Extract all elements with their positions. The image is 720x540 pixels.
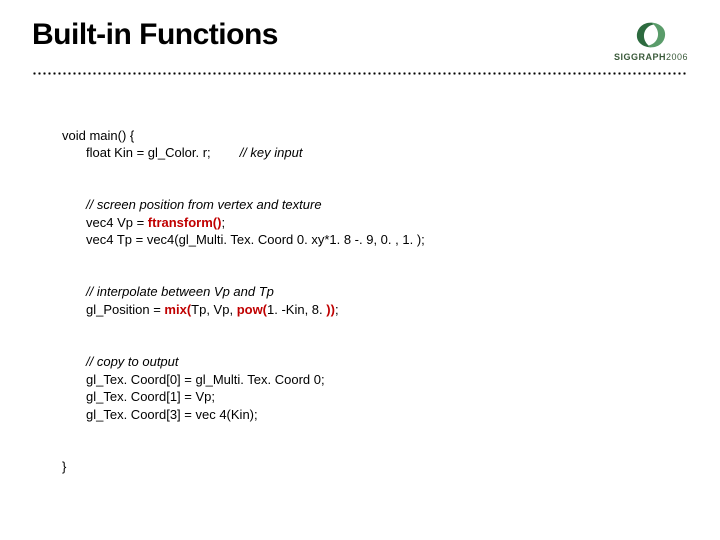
- code-para-1: void main() { float Kin = gl_Color. r; /…: [62, 127, 688, 162]
- code-block: void main() { float Kin = gl_Color. r; /…: [32, 109, 688, 493]
- code-line: gl_Tex. Coord[1] = Vp;: [62, 388, 215, 406]
- code-text: gl_Position =: [86, 302, 164, 317]
- slide: Built-in Functions SIGGRAPH2006 void mai…: [0, 0, 720, 540]
- code-fn: ftransform(): [148, 215, 222, 230]
- code-para-2: // screen position from vertex and textu…: [62, 196, 688, 249]
- code-fn: )): [326, 302, 335, 317]
- code-fn: pow(: [237, 302, 267, 317]
- dotted-divider: [32, 72, 688, 75]
- code-line: gl_Position = mix(Tp, Vp, pow(1. -Kin, 8…: [62, 301, 339, 319]
- title-row: Built-in Functions SIGGRAPH2006: [32, 18, 688, 62]
- swirl-icon: [633, 20, 669, 50]
- code-text: Tp, Vp,: [191, 302, 237, 317]
- logo-text-bold: SIGGRAPH: [614, 52, 666, 62]
- code-comment: // interpolate between Vp and Tp: [62, 283, 274, 301]
- logo-text-year: 2006: [666, 52, 688, 62]
- code-fn: mix(: [164, 302, 191, 317]
- code-text: 1. -Kin, 8.: [267, 302, 326, 317]
- code-line: vec4 Vp = ftransform();: [62, 214, 225, 232]
- slide-title: Built-in Functions: [32, 18, 278, 52]
- code-line: }: [62, 459, 66, 474]
- code-line: void main() {: [62, 128, 134, 143]
- code-comment: // key input: [240, 145, 303, 160]
- code-para-3: // interpolate between Vp and Tp gl_Posi…: [62, 283, 688, 318]
- code-text: float Kin = gl_Color. r;: [86, 145, 211, 160]
- logo-text: SIGGRAPH2006: [614, 52, 688, 62]
- code-line: float Kin = gl_Color. r; // key input: [62, 144, 302, 162]
- code-line: gl_Tex. Coord[3] = vec 4(Kin);: [62, 406, 258, 424]
- code-line: vec4 Tp = vec4(gl_Multi. Tex. Coord 0. x…: [62, 231, 425, 249]
- code-text: vec4 Vp =: [86, 215, 148, 230]
- code-comment: // screen position from vertex and textu…: [62, 196, 322, 214]
- code-comment: // copy to output: [62, 353, 179, 371]
- code-text: ;: [221, 215, 225, 230]
- siggraph-logo: SIGGRAPH2006: [614, 20, 688, 62]
- code-line: gl_Tex. Coord[0] = gl_Multi. Tex. Coord …: [62, 371, 325, 389]
- code-text: ;: [335, 302, 339, 317]
- code-para-4: // copy to output gl_Tex. Coord[0] = gl_…: [62, 353, 688, 423]
